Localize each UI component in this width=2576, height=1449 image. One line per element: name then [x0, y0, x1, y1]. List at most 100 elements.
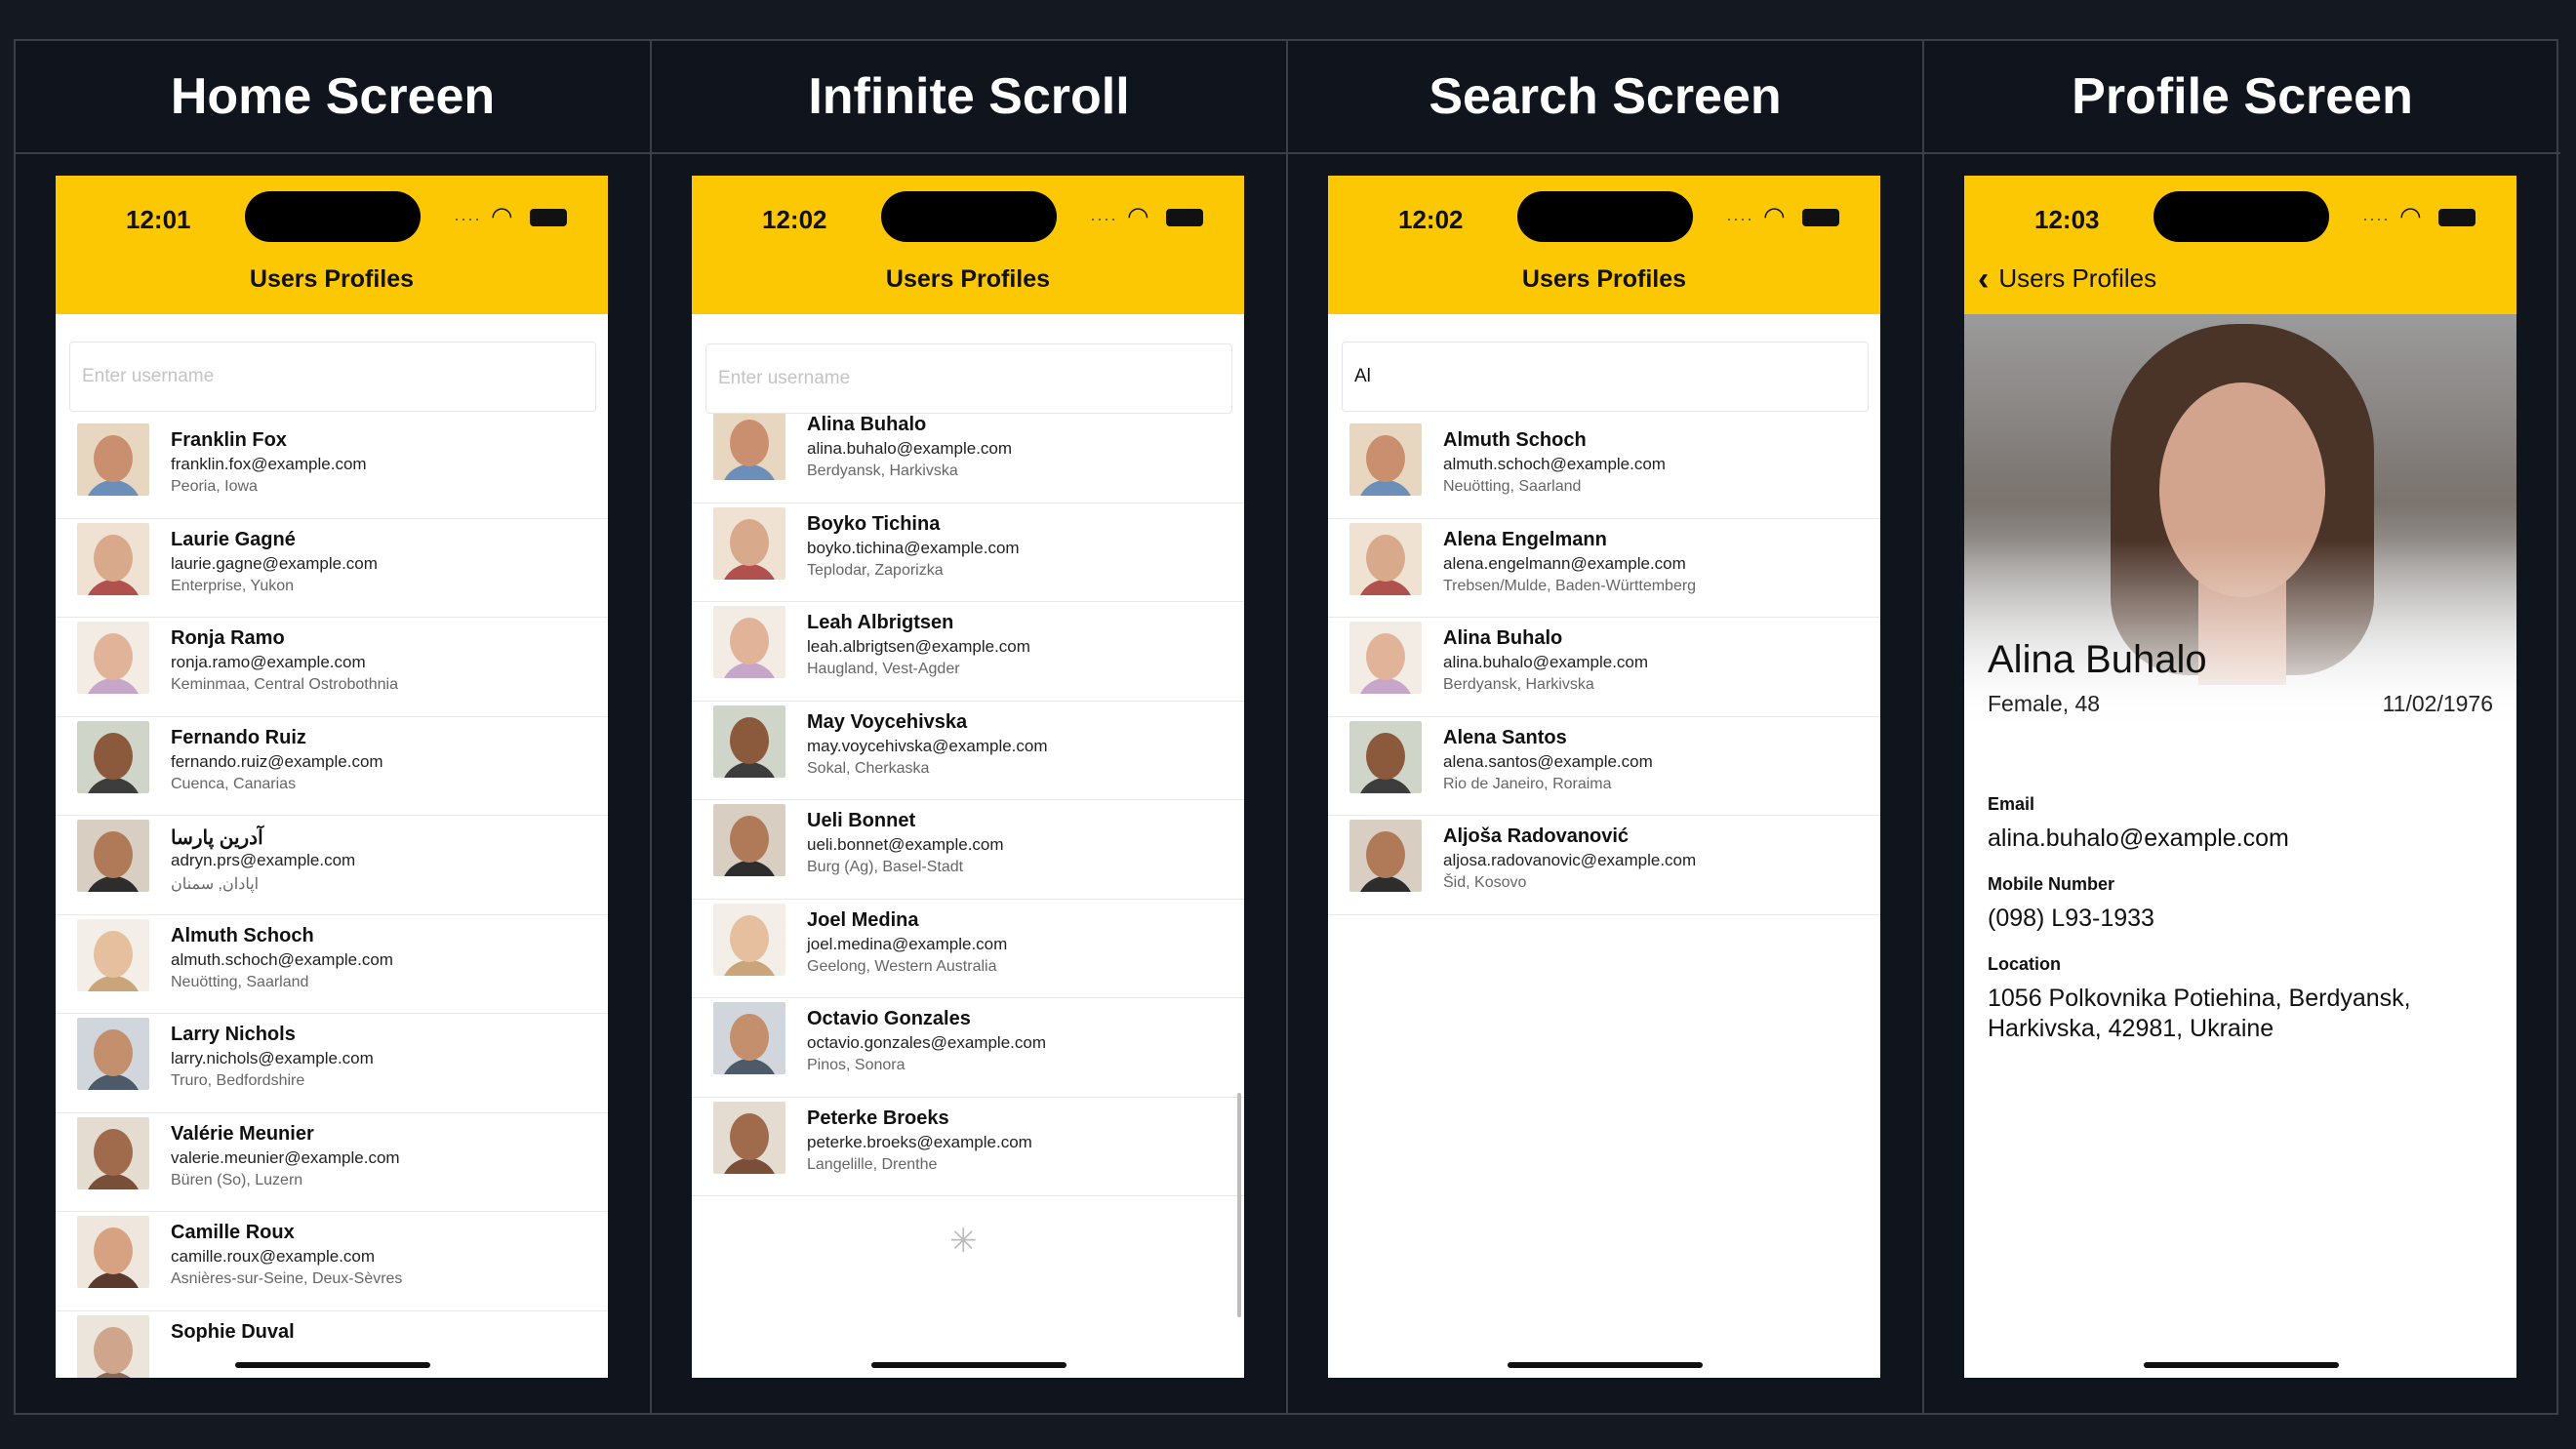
user-name: Sophie Duval	[171, 1320, 295, 1343]
phone-scroll: Alina Buhalo alina.buhalo@example.com Berd…	[692, 176, 1244, 1378]
user-row[interactable]: Joel Medina joel.medina@example.com Geelon…	[692, 900, 1244, 998]
avatar	[713, 704, 785, 778]
user-row[interactable]: Valérie Meunier valerie.meunier@example.c…	[56, 1113, 608, 1212]
user-name: Valérie Meunier	[171, 1122, 314, 1145]
user-list[interactable]: Franklin Fox franklin.fox@example.com Peor…	[56, 420, 608, 1378]
user-row[interactable]: Larry Nichols larry.nichols@example.com Tr…	[56, 1014, 608, 1113]
avatar	[713, 408, 785, 480]
avatar	[77, 820, 149, 892]
user-row[interactable]: Franklin Fox franklin.fox@example.com Peor…	[56, 420, 608, 519]
user-location: Trebsen/Mulde, Baden-Württemberg	[1443, 577, 1697, 594]
user-row[interactable]: Alina Buhalo alina.buhalo@example.com Berd…	[1328, 618, 1880, 717]
user-row[interactable]: Alina Buhalo alina.buhalo@example.com Berd…	[692, 404, 1244, 503]
column-title: Infinite Scroll	[652, 41, 1286, 154]
user-location: اپادان, سمنان	[171, 876, 260, 893]
user-row[interactable]: Leah Albrigtsen leah.albrigtsen@example.c…	[692, 602, 1244, 702]
nav-title: Users Profiles	[1521, 265, 1687, 293]
status-time: 12:03	[2034, 205, 2100, 234]
user-name: Alina Buhalo	[807, 414, 927, 435]
user-email: larry.nichols@example.com	[171, 1049, 374, 1067]
avatar	[713, 506, 785, 580]
user-location: Büren (So), Luzern	[171, 1171, 303, 1188]
avatar	[1349, 522, 1422, 595]
user-location: Berdyansk, Harkivska	[807, 463, 958, 479]
scrollbar[interactable]	[1237, 1093, 1241, 1317]
wifi-icon: ◠	[491, 201, 513, 230]
user-list[interactable]: Alina Buhalo alina.buhalo@example.com Berd…	[692, 404, 1244, 1196]
column-home: Home Screen 12:01 ···· ◠ Users Profiles …	[16, 41, 652, 1413]
search-input[interactable]	[69, 342, 596, 412]
user-email: fernando.ruiz@example.com	[171, 751, 383, 771]
avatar	[77, 1116, 149, 1189]
column-title: Home Screen	[16, 41, 650, 154]
user-row[interactable]: Alena Santos alena.santos@example.com Rio …	[1328, 717, 1880, 816]
user-name: May Voycehivska	[807, 710, 968, 733]
user-name: Leah Albrigtsen	[807, 612, 954, 633]
user-email: alena.engelmann@example.com	[1443, 553, 1686, 573]
user-row[interactable]: Peterke Broeks peterke.broeks@example.com…	[692, 1098, 1244, 1196]
user-name: Ueli Bonnet	[807, 810, 916, 831]
search-input[interactable]	[705, 343, 1232, 414]
avatar	[713, 1002, 785, 1074]
user-row[interactable]: May Voycehivska may.voycehivska@example.c…	[692, 702, 1244, 800]
user-name: Alena Santos	[1443, 726, 1567, 748]
user-row[interactable]: Fernando Ruiz fernando.ruiz@example.com Cu…	[56, 717, 608, 816]
user-location: Peoria, Iowa	[171, 478, 258, 495]
user-email: camille.roux@example.com	[171, 1247, 376, 1266]
user-location: Rio de Janeiro, Roraima	[1443, 775, 1612, 792]
user-row[interactable]: Camille Roux camille.roux@example.com Asni…	[56, 1212, 608, 1311]
user-email: may.voycehivska@example.com	[807, 736, 1048, 755]
user-row[interactable]: Boyko Tichina boyko.tichina@example.com Te…	[692, 503, 1244, 602]
battery-icon	[1166, 209, 1203, 226]
user-name: Alena Engelmann	[1443, 528, 1607, 550]
nav-bar: 12:02 ···· ◠ Users Profiles	[692, 176, 1244, 314]
user-location: Teplodar, Zaporizka	[807, 561, 944, 579]
user-email: valerie.meunier@example.com	[171, 1147, 400, 1167]
wifi-icon: ◠	[1763, 201, 1786, 230]
user-location: Enterprise, Yukon	[171, 577, 295, 594]
phone-home: 12:01 ···· ◠ Users Profiles Franklin Fox…	[56, 176, 608, 1378]
nav-bar: 12:03 ···· ◠ ‹ Users Profiles	[1964, 176, 2516, 314]
wifi-icon: ◠	[1127, 201, 1149, 230]
user-row[interactable]: Laurie Gagné laurie.gagne@example.com Ente…	[56, 519, 608, 618]
avatar	[77, 622, 149, 694]
phone-search: 12:02 ···· ◠ Users Profiles Almuth Schoc…	[1328, 176, 1880, 1378]
user-location: Langelille, Drenthe	[807, 1155, 938, 1173]
nav-title: Users Profiles	[249, 265, 415, 293]
user-email: franklin.fox@example.com	[171, 455, 367, 473]
user-location: Šid, Kosovo	[1443, 874, 1527, 891]
user-row[interactable]: Alena Engelmann alena.engelmann@example.c…	[1328, 519, 1880, 618]
user-email: alina.buhalo@example.com	[1443, 653, 1649, 671]
back-button[interactable]: ‹ Users Profiles	[1978, 260, 2156, 298]
avatar	[1349, 820, 1422, 892]
signal-icon: ····	[1726, 209, 1753, 228]
column-title: Profile Screen	[1924, 41, 2560, 154]
loading-spinner-icon: ✳	[949, 1223, 978, 1260]
chevron-left-icon: ‹	[1978, 260, 1990, 298]
user-row[interactable]: Almuth Schoch almuth.schoch@example.com Ne…	[1328, 420, 1880, 519]
status-time: 12:01	[126, 205, 191, 234]
search-input[interactable]	[1342, 342, 1869, 412]
user-location: Truro, Bedfordshire	[171, 1072, 305, 1089]
avatar	[1349, 622, 1422, 694]
user-row[interactable]: آدرین پارسا adryn.prs@example.com اپادان, …	[56, 816, 608, 915]
user-name: Camille Roux	[171, 1222, 295, 1243]
avatar	[1349, 423, 1422, 496]
user-name: Laurie Gagné	[171, 528, 296, 550]
user-name: Joel Medina	[807, 908, 919, 931]
user-row[interactable]: Aljoša Radovanović aljosa.radovanovic@exa…	[1328, 816, 1880, 915]
profile-dob: 11/02/1976	[2382, 691, 2493, 716]
column-scroll: Infinite Scroll Alina Buhalo alina.buhalo…	[652, 41, 1288, 1413]
user-row[interactable]: Ronja Ramo ronja.ramo@example.com Keminmaa…	[56, 618, 608, 717]
user-row[interactable]: Almuth Schoch almuth.schoch@example.com Ne…	[56, 915, 608, 1014]
search-results-list[interactable]: Almuth Schoch almuth.schoch@example.com Ne…	[1328, 420, 1880, 915]
location-value: 1056 Polkovnika Potiehina, Berdyansk, Ha…	[1988, 985, 2411, 1042]
avatar	[713, 804, 785, 876]
user-location: Cuenca, Canarias	[171, 775, 297, 792]
user-row[interactable]: Octavio Gonzales octavio.gonzales@example…	[692, 998, 1244, 1098]
avatar	[77, 720, 149, 793]
user-email: alina.buhalo@example.com	[807, 439, 1013, 458]
user-row[interactable]: Ueli Bonnet ueli.bonnet@example.com Burg (…	[692, 800, 1244, 900]
user-email: alena.santos@example.com	[1443, 751, 1653, 771]
user-email: leah.albrigtsen@example.com	[807, 637, 1030, 656]
